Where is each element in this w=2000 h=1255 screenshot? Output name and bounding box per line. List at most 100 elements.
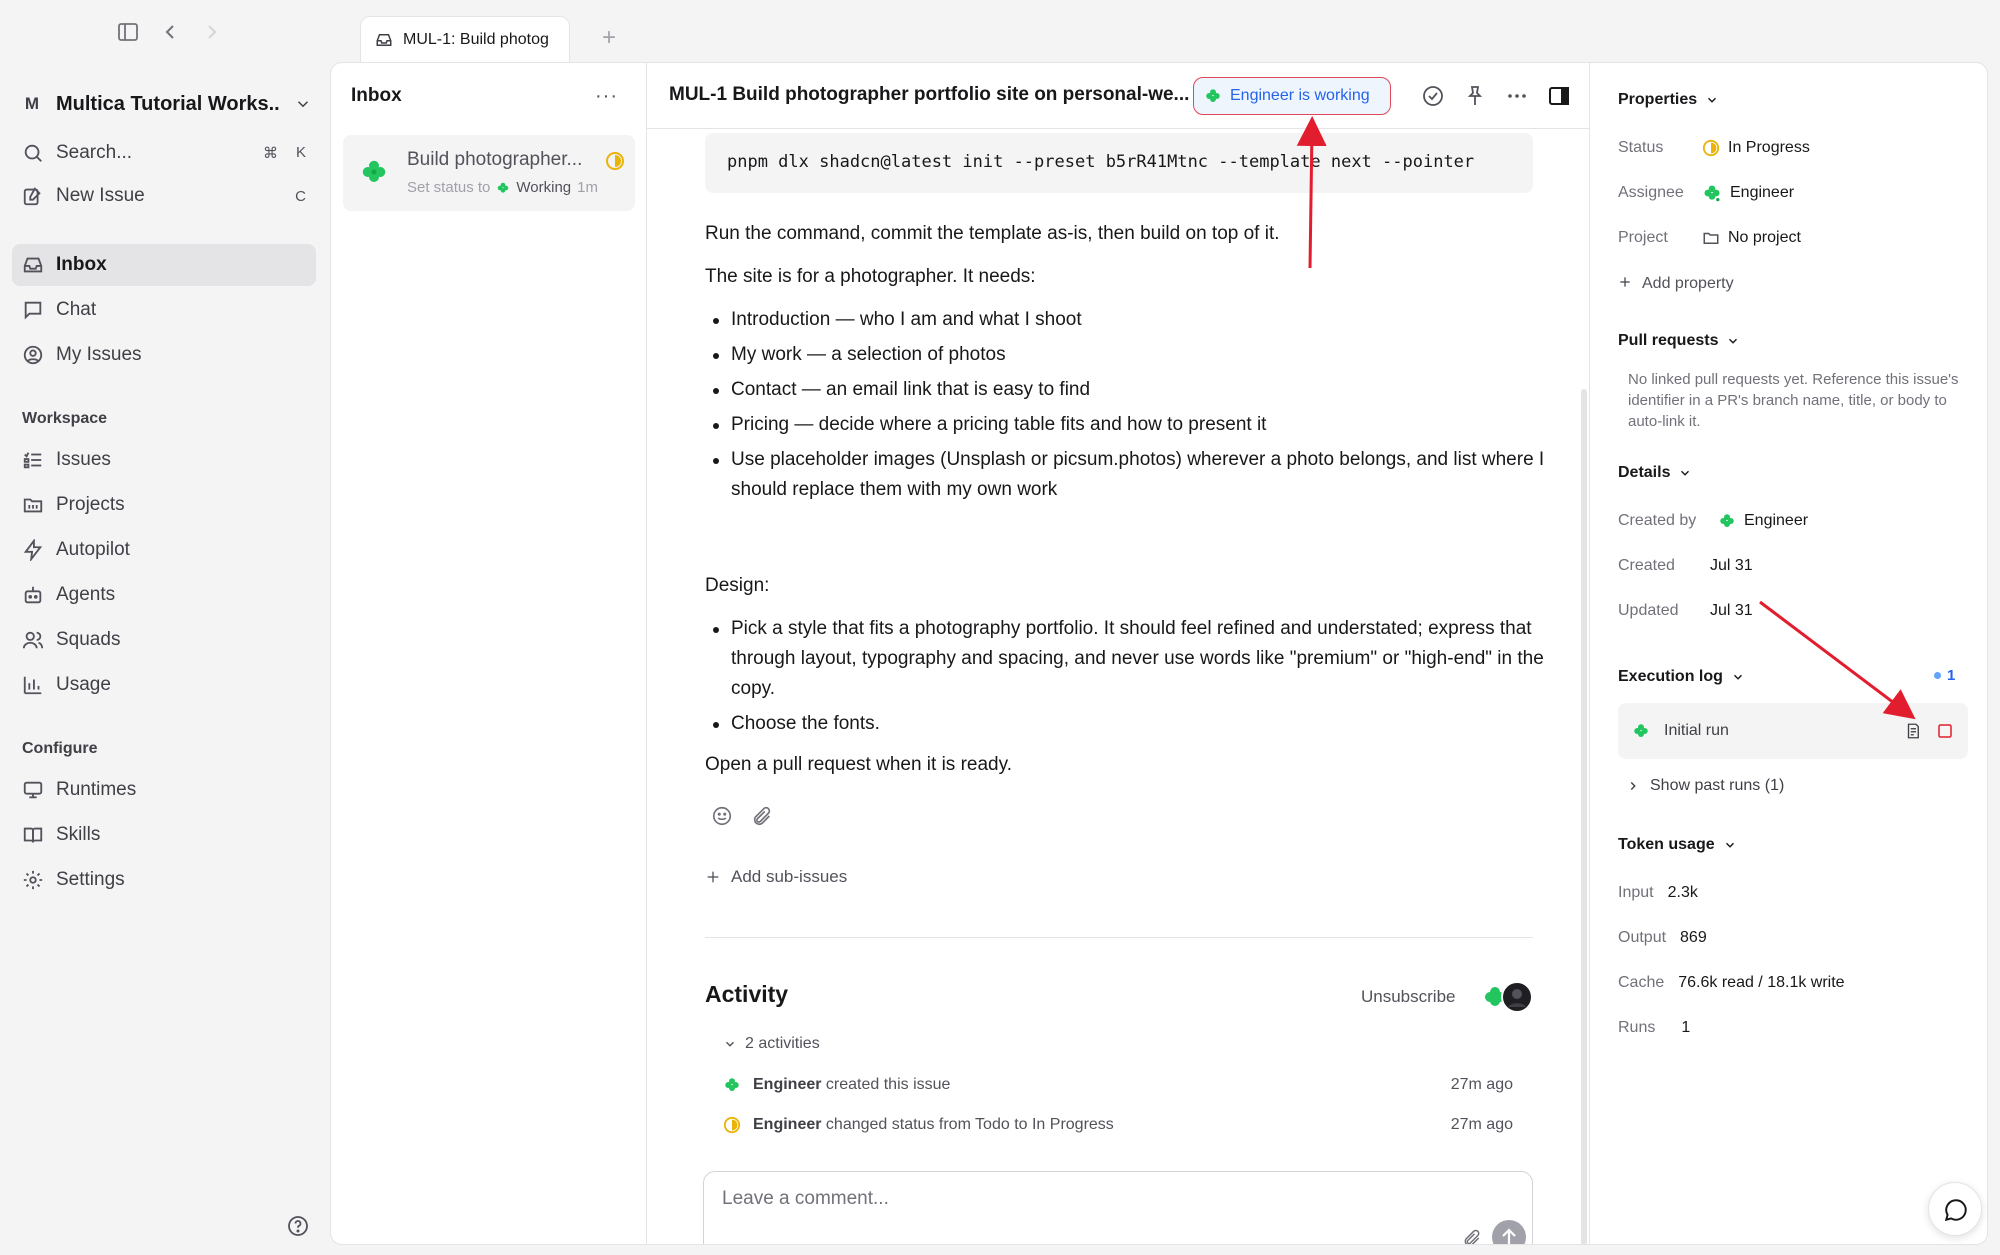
comment-placeholder: Leave a comment...	[722, 1188, 889, 1209]
more-icon[interactable]	[1505, 84, 1529, 108]
sidebar-item-runtimes[interactable]: Runtimes	[12, 769, 316, 811]
paragraph: Run the command, commit the template as-…	[705, 223, 1280, 244]
new-issue-button[interactable]: New Issue C	[12, 175, 316, 217]
sidebar-item-projects[interactable]: Projects	[12, 484, 316, 526]
more-icon[interactable]: ···	[595, 85, 618, 108]
stop-icon[interactable]	[1936, 722, 1954, 740]
inbox-item-subtitle: Set status to Working 1m	[407, 179, 598, 196]
list-item: Pricing — decide where a pricing table f…	[705, 410, 1545, 440]
clover-icon	[1632, 722, 1650, 740]
execution-log-header[interactable]: Execution log	[1618, 668, 1745, 686]
activity-row: Engineer changed status from Todo to In …	[723, 1113, 1513, 1137]
chevron-down-icon	[1726, 334, 1740, 348]
back-icon[interactable]	[158, 20, 182, 44]
in-progress-icon	[605, 151, 625, 171]
panel-toggle-icon[interactable]	[1547, 84, 1571, 108]
send-button[interactable]	[1492, 1220, 1526, 1244]
sidebar-item-my-issues[interactable]: My Issues	[12, 334, 316, 376]
execution-run-row[interactable]: Initial run	[1618, 703, 1968, 759]
sidebar-item-inbox[interactable]: Inbox	[12, 244, 316, 286]
search-shortcut: ⌘ K	[262, 144, 306, 162]
clover-icon	[496, 181, 510, 195]
sidebar-item-settings[interactable]: Settings	[12, 859, 316, 901]
chevron-right-icon	[1626, 779, 1640, 793]
design-list: Pick a style that fits a photography por…	[705, 614, 1545, 744]
sidebar: M Multica Tutorial Works... Search... ⌘ K…	[0, 62, 330, 1255]
sidebar-item-agents[interactable]: Agents	[12, 574, 316, 616]
bar-chart-icon	[22, 674, 44, 696]
list-item: My work — a selection of photos	[705, 340, 1545, 370]
search-button[interactable]: Search... ⌘ K	[12, 132, 316, 174]
pull-requests-header[interactable]: Pull requests	[1618, 332, 1740, 350]
robot-icon	[22, 584, 44, 606]
details-header[interactable]: Details	[1618, 464, 1692, 482]
sidebar-item-chat[interactable]: Chat	[12, 289, 316, 331]
plus-icon	[1618, 275, 1632, 293]
workspace-name: Multica Tutorial Works...	[56, 92, 280, 115]
chat-button[interactable]	[1928, 1182, 1982, 1236]
new-issue-label: New Issue	[56, 185, 145, 206]
list-item: Contact — an email link that is easy to …	[705, 375, 1545, 405]
activities-toggle[interactable]: 2 activities	[723, 1035, 820, 1053]
workspace-switcher[interactable]: M Multica Tutorial Works...	[22, 86, 312, 122]
sidebar-item-skills[interactable]: Skills	[12, 814, 316, 856]
add-sub-issues-button[interactable]: Add sub-issues	[705, 867, 847, 887]
sidebar-toggle-icon[interactable]	[116, 20, 140, 44]
scrollbar[interactable]	[1581, 389, 1587, 1244]
detail-created: Created Jul 31	[1618, 557, 1753, 574]
activity-row: Engineer created this issue 27m ago	[723, 1073, 1513, 1097]
chat-bubble-icon	[1943, 1197, 1969, 1223]
comment-input[interactable]: Leave a comment...	[703, 1171, 1533, 1244]
chevron-down-icon	[1705, 93, 1719, 107]
help-icon[interactable]	[286, 1214, 310, 1238]
attachment-icon[interactable]	[1462, 1228, 1482, 1244]
user-circle-icon	[22, 344, 44, 366]
code-block: pnpm dlx shadcn@latest init --preset b5r…	[705, 133, 1533, 193]
property-status[interactable]: Status In Progress	[1618, 135, 1810, 161]
chevron-down-icon	[1678, 466, 1692, 480]
sidebar-item-label: Squads	[56, 629, 121, 650]
pull-requests-empty: No linked pull requests yet. Reference t…	[1628, 371, 1959, 430]
emoji-icon[interactable]	[711, 805, 733, 827]
users-icon	[22, 629, 44, 651]
sidebar-item-label: Projects	[56, 494, 125, 515]
clover-icon	[1702, 183, 1722, 203]
forward-icon[interactable]	[200, 20, 224, 44]
issue-title: MUL-1 Build photographer portfolio site …	[669, 84, 1189, 105]
activity-time: 27m ago	[1450, 1116, 1513, 1133]
monitor-icon	[22, 779, 44, 801]
book-icon	[22, 824, 44, 846]
check-circle-icon[interactable]	[1421, 84, 1445, 108]
sidebar-item-squads[interactable]: Squads	[12, 619, 316, 661]
sidebar-item-usage[interactable]: Usage	[12, 664, 316, 706]
properties-header[interactable]: Properties	[1618, 91, 1719, 109]
folder-icon	[22, 494, 44, 516]
attachment-icon[interactable]	[751, 805, 773, 827]
properties-panel: Properties Status In Progress Assignee E…	[1589, 63, 1987, 1244]
clover-avatar-icon	[359, 157, 389, 187]
sidebar-item-autopilot[interactable]: Autopilot	[12, 529, 316, 571]
sidebar-item-label: Chat	[56, 299, 97, 320]
search-label: Search...	[56, 142, 133, 163]
log-icon[interactable]	[1904, 722, 1922, 740]
activity-time: 27m ago	[1450, 1076, 1513, 1093]
tab-issue[interactable]: MUL-1: Build photog	[360, 16, 570, 62]
inbox-title: Inbox	[351, 85, 402, 106]
sidebar-item-label: Settings	[56, 869, 125, 890]
unsubscribe-button[interactable]: Unsubscribe	[1361, 987, 1456, 1007]
detail-updated: Updated Jul 31	[1618, 602, 1753, 619]
pin-icon[interactable]	[1463, 84, 1487, 108]
property-assignee[interactable]: Assignee Engineer	[1618, 180, 1794, 206]
sidebar-item-label: Inbox	[56, 254, 107, 275]
chevron-down-icon	[294, 95, 312, 113]
lightning-icon	[22, 539, 44, 561]
inbox-item[interactable]: Build photographer... Set status to Work…	[343, 135, 635, 211]
property-project[interactable]: Project No project	[1618, 225, 1801, 251]
token-usage-header[interactable]: Token usage	[1618, 836, 1737, 854]
new-tab-button[interactable]: +	[602, 26, 616, 50]
show-past-runs-button[interactable]: Show past runs (1)	[1626, 777, 1784, 795]
add-property-button[interactable]: Add property	[1618, 275, 1734, 293]
inbox-item-title: Build photographer...	[407, 149, 583, 170]
agent-working-badge[interactable]: Engineer is working	[1193, 77, 1391, 115]
sidebar-item-issues[interactable]: Issues	[12, 439, 316, 481]
